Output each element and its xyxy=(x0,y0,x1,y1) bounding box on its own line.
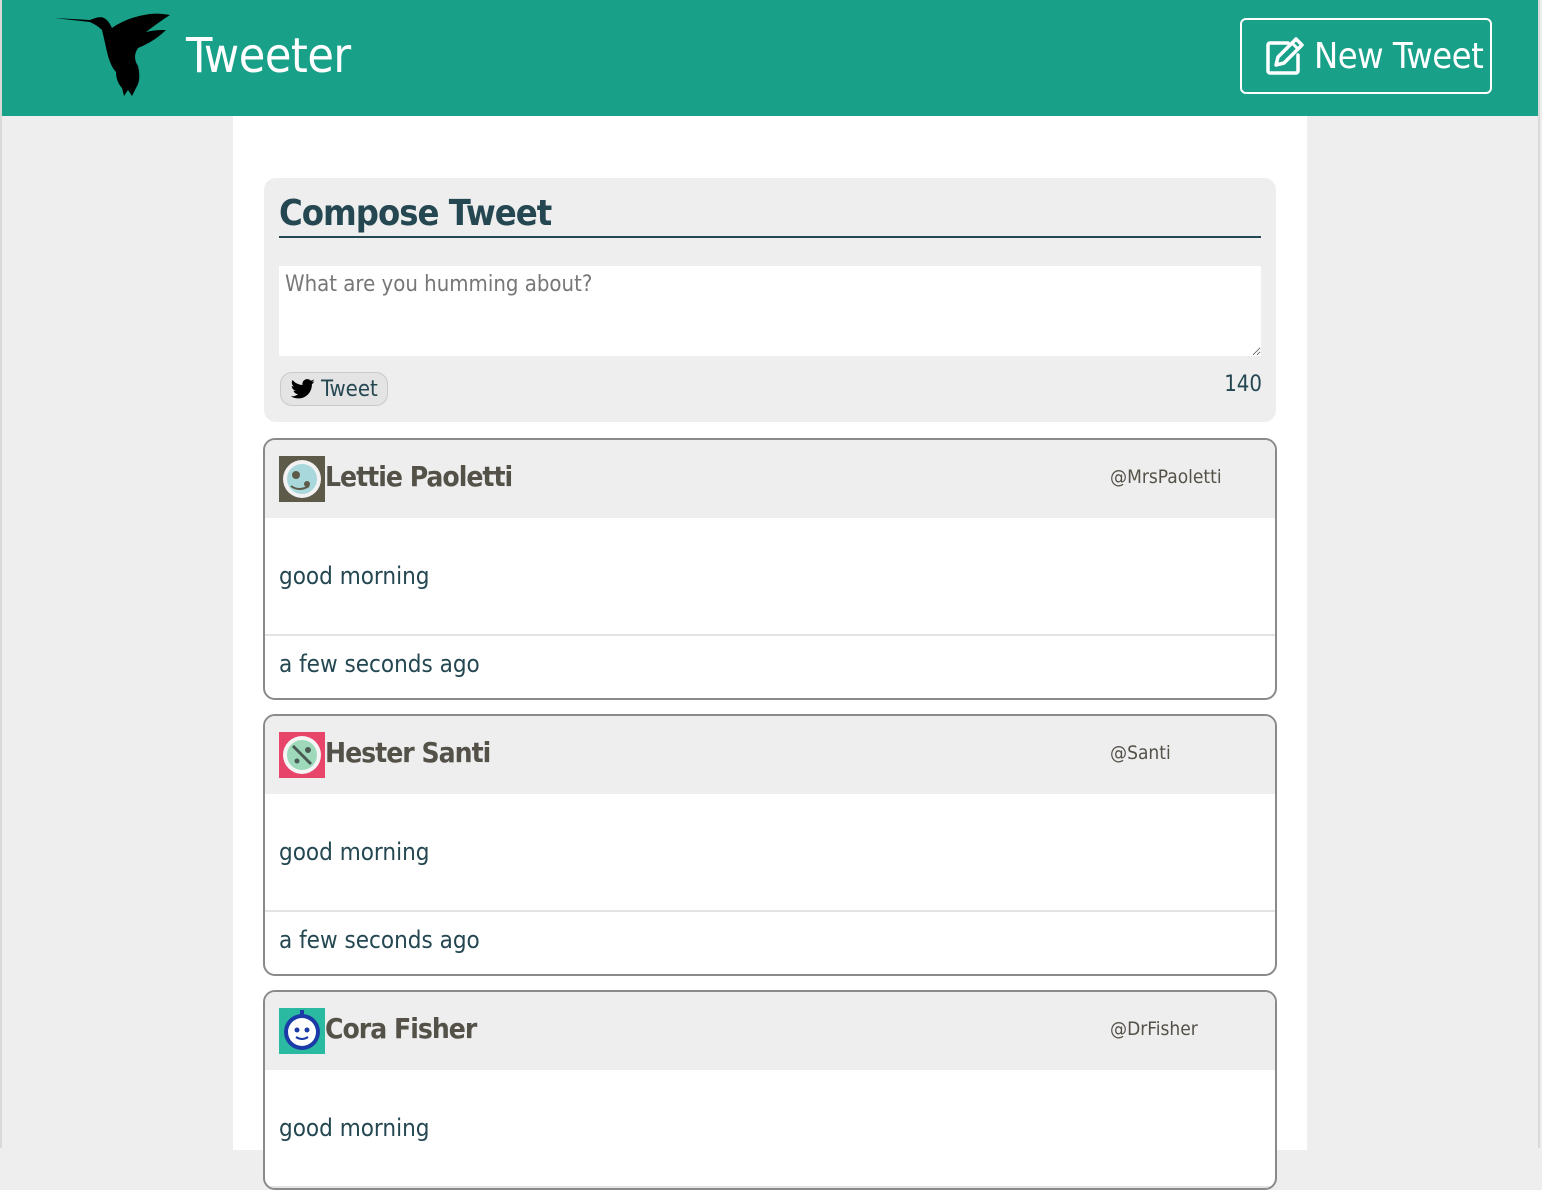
tweet-author-name: Cora Fisher xyxy=(325,1012,477,1045)
tweet-timestamp: a few seconds ago xyxy=(279,926,480,954)
new-tweet-button[interactable]: New Tweet xyxy=(1240,18,1492,94)
tweet-card: Lettie Paoletti @MrsPaoletti good mornin… xyxy=(263,438,1277,700)
tweet-author-name: Hester Santi xyxy=(325,736,491,769)
compose-title: Compose Tweet xyxy=(279,192,1261,238)
tweet-footer: a few seconds ago xyxy=(265,912,1275,970)
tweet-submit-button[interactable]: Tweet xyxy=(280,372,388,406)
compose-tweet-section: Compose Tweet Tweet 140 xyxy=(264,178,1276,422)
tweet-author-handle: @Santi xyxy=(1110,742,1171,764)
brand-title: Tweeter xyxy=(186,28,351,84)
tweet-submit-label: Tweet xyxy=(321,376,378,402)
tweet-text: good morning xyxy=(279,838,430,866)
tweet-text: good morning xyxy=(279,562,430,590)
tweet-text-input[interactable] xyxy=(279,266,1261,356)
twitter-bird-icon xyxy=(291,379,315,399)
tweet-text: good morning xyxy=(279,1114,430,1142)
tweet-author-handle: @MrsPaoletti xyxy=(1110,466,1222,488)
main-container: Compose Tweet Tweet 140 Lettie Paoletti … xyxy=(233,116,1307,1190)
avatar xyxy=(279,456,325,502)
avatar xyxy=(279,732,325,778)
tweet-card: Hester Santi @Santi good morning a few s… xyxy=(263,714,1277,976)
hummingbird-logo-icon xyxy=(54,13,170,97)
top-nav: Tweeter New Tweet xyxy=(2,0,1538,116)
tweet-body: good morning xyxy=(265,518,1275,636)
tweet-timestamp: a few seconds ago xyxy=(279,650,480,678)
tweet-header: Cora Fisher @DrFisher xyxy=(265,992,1275,1070)
new-tweet-label: New Tweet xyxy=(1314,35,1484,77)
tweet-body: good morning xyxy=(265,1070,1275,1188)
avatar xyxy=(279,1008,325,1054)
tweet-body: good morning xyxy=(265,794,1275,912)
character-counter: 140 xyxy=(1224,372,1262,397)
tweet-author-name: Lettie Paoletti xyxy=(325,460,513,493)
tweet-header: Lettie Paoletti @MrsPaoletti xyxy=(265,440,1275,518)
tweet-author-handle: @DrFisher xyxy=(1110,1018,1198,1040)
tweet-footer: a few seconds ago xyxy=(265,636,1275,694)
tweet-header: Hester Santi @Santi xyxy=(265,716,1275,794)
tweet-card: Cora Fisher @DrFisher good morning xyxy=(263,990,1277,1190)
edit-icon xyxy=(1266,37,1304,75)
